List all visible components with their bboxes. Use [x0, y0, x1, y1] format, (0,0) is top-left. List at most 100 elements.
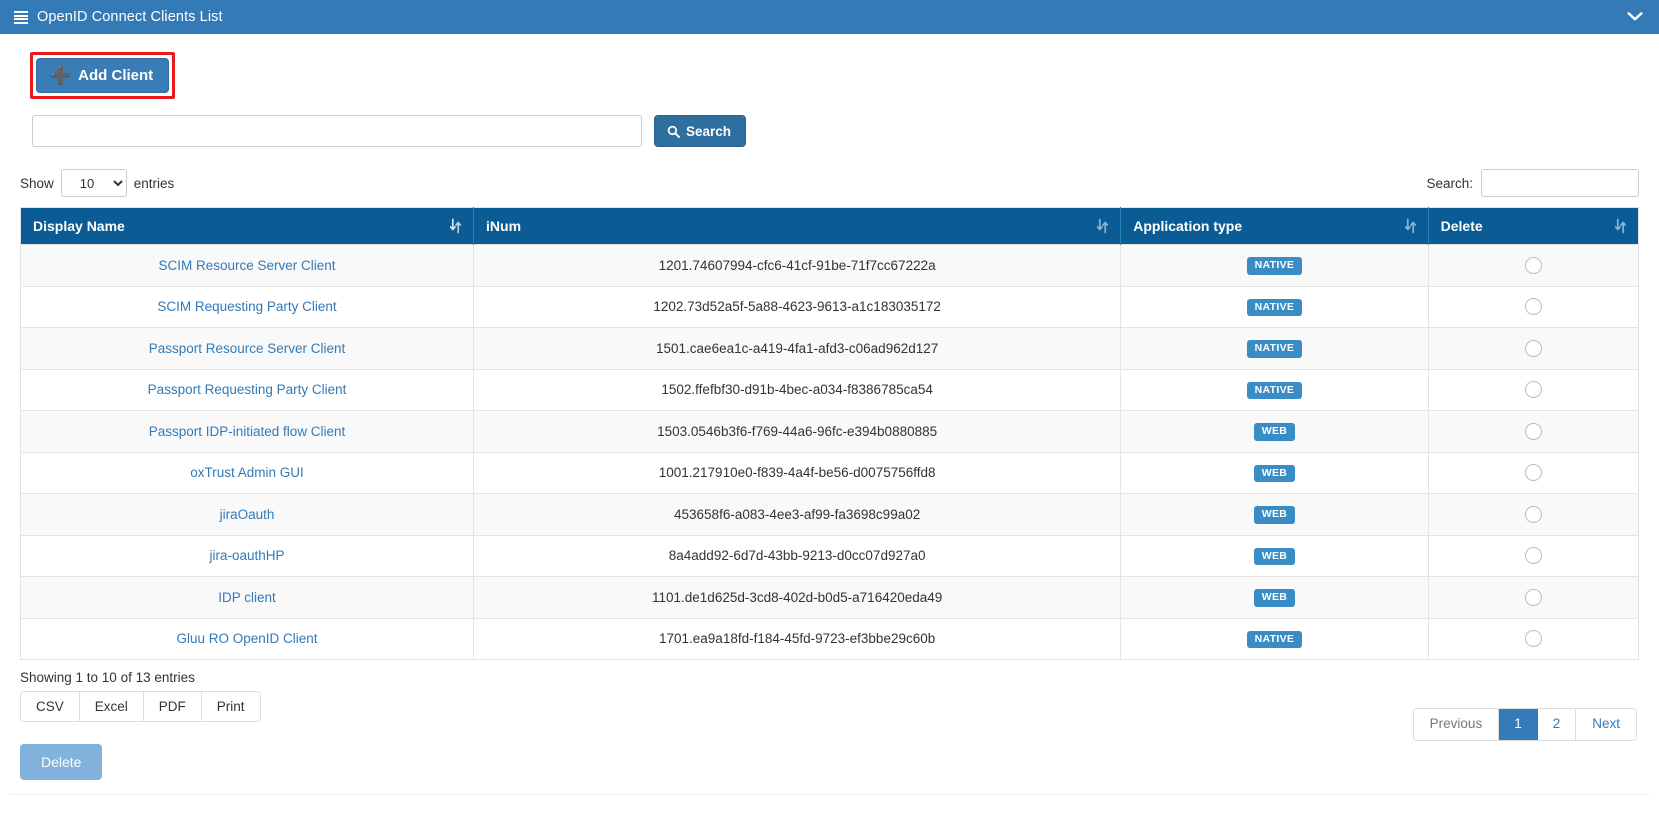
column-header-application-type[interactable]: Application type — [1120, 207, 1429, 245]
cell-application-type: WEB — [1120, 576, 1429, 618]
column-label: Display Name — [33, 218, 125, 234]
cell-delete — [1428, 493, 1639, 535]
client-link[interactable]: SCIM Requesting Party Client — [157, 299, 336, 314]
column-header-delete[interactable]: Delete — [1428, 207, 1639, 245]
cell-delete — [1428, 534, 1639, 577]
entries-label: entries — [133, 175, 175, 191]
page-length-select[interactable]: 102550100 — [60, 169, 127, 197]
cell-display-name: Passport Requesting Party Client — [20, 368, 475, 411]
pagination-page-2[interactable]: 2 — [1537, 709, 1577, 740]
search-row: Search — [32, 115, 1649, 147]
export-csv-button[interactable]: CSV — [21, 692, 80, 721]
cell-application-type: WEB — [1120, 410, 1429, 452]
application-type-badge: WEB — [1253, 589, 1296, 607]
footer-divider — [10, 794, 1649, 795]
cell-display-name: SCIM Requesting Party Client — [20, 285, 475, 328]
delete-radio[interactable] — [1524, 547, 1542, 565]
client-link[interactable]: Passport Resource Server Client — [149, 341, 346, 356]
pagination-next[interactable]: Next — [1576, 709, 1636, 740]
application-type-badge: NATIVE — [1246, 630, 1303, 648]
search-input[interactable] — [32, 115, 642, 147]
cell-display-name: IDP client — [20, 576, 475, 618]
cell-display-name: jira-oauthHP — [20, 534, 475, 577]
cell-delete — [1428, 244, 1639, 286]
client-link[interactable]: jiraOauth — [220, 507, 275, 522]
cell-application-type: NATIVE — [1120, 244, 1429, 286]
delete-radio[interactable] — [1524, 381, 1542, 399]
table-info: Showing 1 to 10 of 13 entries — [20, 670, 195, 685]
pagination-page-1[interactable]: 1 — [1499, 709, 1538, 740]
cell-inum: 1503.0546b3f6-f769-44a6-96fc-e394b088088… — [473, 410, 1122, 452]
table-filter-input[interactable] — [1481, 169, 1639, 197]
table-row: jira-oauthHP 8a4add92-6d7d-43bb-9213-d0cc… — [20, 534, 1639, 577]
table-filter-control: Search: — [1426, 169, 1639, 197]
table-row: Passport Requesting Party Client 1502.ffe… — [20, 368, 1639, 411]
application-type-badge: WEB — [1253, 423, 1296, 441]
client-link[interactable]: jira-oauthHP — [209, 548, 284, 563]
clients-table: Display Name iNum Application type Delet… — [20, 207, 1639, 660]
delete-radio[interactable] — [1524, 339, 1542, 357]
delete-radio[interactable] — [1524, 588, 1542, 606]
delete-radio[interactable] — [1524, 298, 1542, 316]
search-button[interactable]: Search — [654, 115, 747, 147]
sort-both-icon — [1404, 218, 1416, 234]
client-link[interactable]: IDP client — [218, 590, 276, 605]
cell-application-type: NATIVE — [1120, 285, 1429, 328]
sort-both-icon — [1615, 218, 1626, 234]
cell-delete — [1428, 368, 1639, 411]
export-print-button[interactable]: Print — [201, 692, 260, 721]
column-header-display-name[interactable]: Display Name — [20, 207, 475, 245]
cell-display-name: Passport Resource Server Client — [20, 327, 475, 369]
table-row: oxTrust Admin GUI 1001.217910e0-f839-4a4f… — [20, 451, 1639, 494]
application-type-badge: NATIVE — [1246, 340, 1303, 358]
magnifier-icon — [667, 125, 680, 138]
export-excel-button[interactable]: Excel — [79, 692, 144, 721]
export-pdf-button[interactable]: PDF — [143, 692, 202, 721]
client-link[interactable]: oxTrust Admin GUI — [190, 465, 304, 480]
cell-delete — [1428, 451, 1639, 494]
client-link[interactable]: Gluu RO OpenID Client — [176, 631, 317, 646]
cell-application-type: NATIVE — [1120, 617, 1429, 660]
cell-inum: 1502.ffefbf30-d91b-4bec-a034-f8386785ca5… — [473, 368, 1122, 411]
panel-header: OpenID Connect Clients List — [0, 0, 1659, 34]
cell-delete — [1428, 285, 1639, 328]
table-head: Display Name iNum Application type Delet… — [20, 207, 1639, 245]
table-row: IDP client 1101.de1d625d-3cd8-402d-b0d5-a… — [20, 576, 1639, 618]
cell-display-name: oxTrust Admin GUI — [20, 451, 475, 494]
page-length-control: Show 102550100 entries — [20, 169, 174, 197]
cell-application-type: WEB — [1120, 451, 1429, 494]
datatable-top-controls: Show 102550100 entries Search: — [10, 169, 1649, 197]
table-body: SCIM Resource Server Client 1201.74607994… — [20, 244, 1639, 660]
client-link[interactable]: Passport Requesting Party Client — [148, 382, 347, 397]
sort-both-icon — [1097, 218, 1109, 234]
column-header-inum[interactable]: iNum — [473, 207, 1122, 245]
client-link[interactable]: SCIM Resource Server Client — [158, 258, 335, 273]
column-label: Application type — [1133, 218, 1243, 234]
filter-label: Search: — [1426, 175, 1473, 191]
cell-delete — [1428, 617, 1639, 660]
pagination-previous[interactable]: Previous — [1413, 709, 1500, 740]
table-header-row: Display Name iNum Application type Delet… — [20, 207, 1639, 245]
add-client-button[interactable]: ➕ Add Client — [36, 58, 170, 93]
cell-delete — [1428, 576, 1639, 618]
export-buttons: CSV Excel PDF Print — [20, 691, 261, 722]
chevron-down-icon[interactable] — [1625, 7, 1645, 27]
table-row: SCIM Resource Server Client 1201.74607994… — [20, 244, 1639, 286]
plus-icon: ➕ — [50, 66, 72, 85]
search-button-label: Search — [686, 123, 732, 139]
delete-radio[interactable] — [1524, 256, 1542, 274]
client-link[interactable]: Passport IDP-initiated flow Client — [149, 424, 346, 439]
cell-application-type: NATIVE — [1120, 327, 1429, 369]
delete-radio[interactable] — [1524, 464, 1542, 482]
delete-radio[interactable] — [1524, 505, 1542, 523]
column-label: iNum — [486, 218, 522, 234]
table-row: Gluu RO OpenID Client 1701.ea9a18fd-f184-… — [20, 617, 1639, 660]
cell-inum: 1101.de1d625d-3cd8-402d-b0d5-a716420eda4… — [473, 576, 1122, 618]
application-type-badge: WEB — [1253, 506, 1296, 524]
cell-display-name: Passport IDP-initiated flow Client — [20, 410, 475, 452]
cell-inum: 1701.ea9a18fd-f184-45fd-9723-ef3bbe29c60… — [473, 617, 1122, 660]
delete-radio[interactable] — [1524, 422, 1542, 440]
delete-button[interactable]: Delete — [20, 744, 103, 780]
delete-radio[interactable] — [1524, 630, 1542, 648]
cell-display-name: jiraOauth — [20, 493, 475, 535]
